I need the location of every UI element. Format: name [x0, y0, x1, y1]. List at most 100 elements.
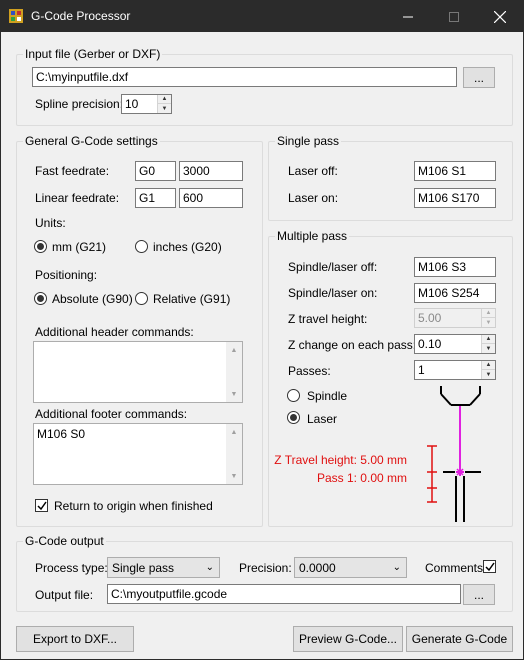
laser-head-icon [440, 386, 481, 406]
minimize-button[interactable] [385, 1, 431, 32]
process-type-value: Single pass [112, 561, 175, 575]
units-inches-label[interactable]: inches (G20) [153, 240, 222, 254]
diagram-travel-label: Z Travel height: 5.00 mm [274, 453, 407, 467]
linear-feedrate-code-field[interactable]: G1 [135, 188, 176, 208]
generate-gcode-button[interactable]: Generate G-Code [406, 626, 513, 652]
units-mm-radio[interactable] [34, 240, 47, 253]
maximize-icon [449, 11, 459, 22]
footer-commands-textarea[interactable]: M106 S0 ▲ ▼ [33, 423, 243, 485]
spline-precision-value: 10 [125, 97, 139, 111]
close-icon [494, 10, 506, 23]
app-icon [9, 9, 23, 23]
laser-on-label: Laser on: [288, 191, 339, 205]
precision-select[interactable]: 0.0000 ⌄ [294, 557, 407, 578]
general-settings-group-label: General G-Code settings [23, 134, 160, 148]
mode-spindle-label[interactable]: Spindle [307, 389, 347, 403]
spindle-on-label: Spindle/laser on: [288, 286, 378, 300]
spin-down-icon[interactable]: ▼ [482, 344, 495, 353]
footer-commands-label: Additional footer commands: [35, 407, 188, 421]
spin-up-icon[interactable]: ▲ [482, 361, 495, 370]
header-commands-textarea[interactable]: ▲ ▼ [33, 341, 243, 403]
passes-label: Passes: [288, 364, 331, 378]
main-window: G-Code Processor Input file (Gerber or D… [0, 0, 524, 660]
spline-precision-label: Spline precision: [35, 97, 124, 111]
header-commands-label: Additional header commands: [35, 325, 194, 339]
spline-precision-stepper[interactable]: 10 ▲ ▼ [121, 94, 172, 114]
comments-label[interactable]: Comments [425, 561, 483, 575]
footer-commands-scrollbar[interactable]: ▲ ▼ [226, 424, 242, 484]
input-file-group: Input file (Gerber or DXF) [16, 47, 513, 126]
mode-laser-radio[interactable] [287, 411, 300, 424]
fast-feedrate-value-field[interactable]: 3000 [179, 161, 243, 181]
spin-up-icon[interactable]: ▲ [482, 335, 495, 344]
multiple-pass-group-label: Multiple pass [275, 229, 350, 243]
z-change-value: 0.10 [418, 337, 442, 351]
passes-value: 1 [418, 363, 425, 377]
laser-off-field[interactable]: M106 S1 [414, 161, 496, 181]
maximize-button[interactable] [431, 1, 477, 32]
input-browse-button[interactable]: ... [463, 67, 495, 88]
input-file-group-label: Input file (Gerber or DXF) [23, 47, 163, 61]
units-label: Units: [35, 216, 66, 230]
z-change-spinner[interactable]: ▲ ▼ [481, 335, 495, 353]
mode-spindle-radio[interactable] [287, 389, 300, 402]
process-type-select[interactable]: Single pass ⌄ [107, 557, 220, 578]
laser-on-field[interactable]: M106 S170 [414, 188, 496, 208]
fast-feedrate-code-field[interactable]: G0 [135, 161, 176, 181]
spin-down-icon[interactable]: ▼ [158, 104, 171, 113]
spindle-off-field[interactable]: M106 S3 [414, 257, 496, 277]
close-button[interactable] [477, 1, 523, 32]
single-pass-group: Single pass [268, 134, 513, 221]
positioning-label: Positioning: [35, 268, 98, 282]
checkmark-icon [484, 562, 495, 571]
workpiece-icon [443, 471, 481, 522]
positioning-absolute-label[interactable]: Absolute (G90) [52, 292, 133, 306]
output-file-field[interactable]: C:\myoutputfile.gcode [107, 584, 461, 604]
units-inches-radio[interactable] [135, 240, 148, 253]
output-browse-button[interactable]: ... [463, 584, 495, 605]
positioning-relative-label[interactable]: Relative (G91) [153, 292, 230, 306]
spline-precision-spinner[interactable]: ▲ ▼ [157, 95, 171, 113]
diagram-pass-label: Pass 1: 0.00 mm [316, 471, 407, 485]
linear-feedrate-value-field[interactable]: 600 [179, 188, 243, 208]
return-to-origin-label[interactable]: Return to origin when finished [54, 499, 213, 513]
chevron-down-icon: ⌄ [392, 562, 401, 573]
process-type-label: Process type: [35, 561, 108, 575]
spin-down-icon[interactable]: ▼ [482, 318, 495, 327]
input-file-field[interactable]: C:\myinputfile.dxf [32, 67, 457, 87]
chevron-down-icon: ⌄ [205, 562, 214, 573]
mode-laser-label[interactable]: Laser [307, 412, 337, 426]
spin-up-icon[interactable]: ▲ [158, 95, 171, 104]
gcode-output-group-label: G-Code output [23, 534, 106, 548]
scroll-up-icon[interactable]: ▲ [226, 342, 242, 358]
beam-point-icon [456, 468, 464, 476]
z-change-stepper[interactable]: 0.10 ▲ ▼ [414, 334, 496, 354]
fast-feedrate-label: Fast feedrate: [35, 164, 110, 178]
z-travel-spinner[interactable]: ▲ ▼ [481, 309, 495, 327]
laser-off-label: Laser off: [288, 164, 338, 178]
checkmark-icon [36, 501, 47, 510]
precision-label: Precision: [239, 561, 292, 575]
single-pass-group-label: Single pass [275, 134, 342, 148]
spindle-off-label: Spindle/laser off: [288, 260, 378, 274]
positioning-absolute-radio[interactable] [34, 292, 47, 305]
header-commands-scrollbar[interactable]: ▲ ▼ [226, 342, 242, 402]
window-title: G-Code Processor [31, 9, 131, 23]
scroll-up-icon[interactable]: ▲ [226, 424, 242, 440]
positioning-relative-radio[interactable] [135, 292, 148, 305]
return-to-origin-checkbox[interactable] [35, 499, 48, 512]
units-mm-label[interactable]: mm (G21) [52, 240, 106, 254]
z-travel-label: Z travel height: [288, 312, 368, 326]
z-travel-stepper[interactable]: 5.00 ▲ ▼ [414, 308, 496, 328]
export-dxf-button[interactable]: Export to DXF... [16, 626, 134, 652]
spindle-on-field[interactable]: M106 S254 [414, 283, 496, 303]
title-bar[interactable]: G-Code Processor [1, 1, 523, 32]
z-change-label: Z change on each pass: [288, 338, 417, 352]
scroll-down-icon[interactable]: ▼ [226, 468, 242, 484]
preview-gcode-button[interactable]: Preview G-Code... [293, 626, 403, 652]
spin-up-icon[interactable]: ▲ [482, 309, 495, 318]
comments-checkbox[interactable] [483, 560, 496, 573]
scroll-down-icon[interactable]: ▼ [226, 386, 242, 402]
footer-commands-value: M106 S0 [37, 427, 86, 441]
pass-diagram [427, 386, 481, 522]
